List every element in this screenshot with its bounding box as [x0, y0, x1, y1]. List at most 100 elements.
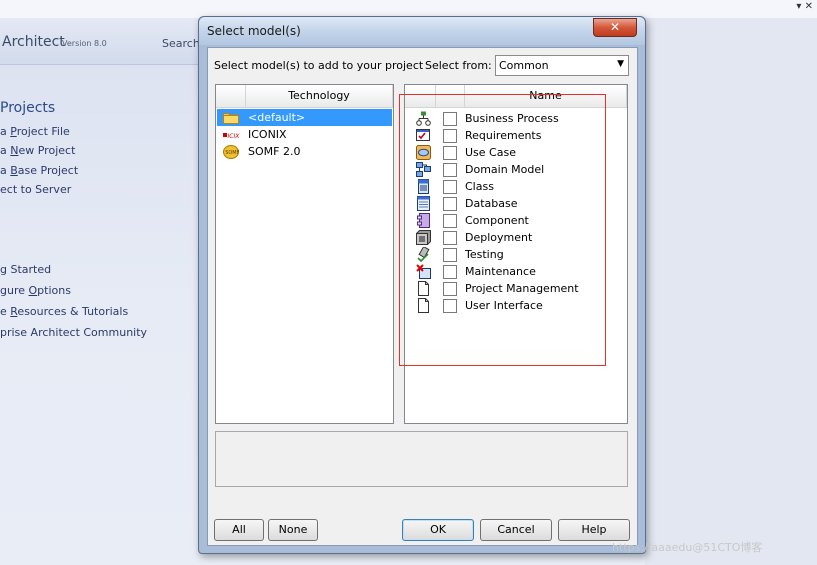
link-text: a — [0, 144, 11, 157]
component-icon — [416, 213, 431, 228]
link-text: esources & Tutorials — [17, 305, 129, 318]
project-management-icon — [416, 281, 431, 296]
select-from-value: Common — [499, 59, 549, 72]
dialog-titlebar[interactable]: Select model(s) ✕ — [199, 17, 645, 45]
start-page-link[interactable]: a New Project — [0, 144, 75, 157]
model-item-label: Requirements — [465, 129, 542, 142]
model-checkbox[interactable] — [443, 129, 457, 143]
model-checkbox-column-header[interactable] — [436, 85, 465, 108]
model-item[interactable]: Testing — [405, 245, 625, 263]
ok-button[interactable]: OK — [402, 519, 474, 541]
start-page-link[interactable]: a Project File — [0, 125, 70, 138]
start-page-link[interactable]: prise Architect Community — [0, 326, 147, 339]
model-icon-column-header[interactable] — [405, 85, 436, 108]
link-text: prise Architect Community — [0, 326, 148, 339]
technology-item[interactable]: SOMF SOMF 2.0 — [217, 143, 392, 160]
model-item[interactable]: Use Case — [405, 144, 625, 161]
model-item[interactable]: Class — [405, 178, 625, 195]
model-checkbox[interactable] — [443, 146, 457, 160]
model-checkbox[interactable] — [443, 265, 457, 279]
link-text: a — [0, 164, 11, 177]
database-icon — [416, 196, 431, 211]
app-version: Version 8.0 — [62, 39, 107, 48]
requirements-icon — [416, 128, 431, 143]
dropdown-arrow-icon: ▼ — [617, 59, 624, 69]
link-text: ptions — [37, 284, 71, 297]
model-checkbox[interactable] — [443, 299, 457, 313]
start-page-link[interactable]: ect to Server — [0, 183, 71, 196]
model-checkbox[interactable] — [443, 163, 457, 177]
model-item-label: Use Case — [465, 146, 516, 159]
model-checkbox[interactable] — [443, 231, 457, 245]
deployment-icon — [416, 230, 431, 245]
link-accelerator: O — [28, 284, 38, 297]
model-item[interactable]: Component — [405, 212, 625, 229]
select-none-button[interactable]: None — [268, 519, 318, 541]
start-page-link[interactable]: a Base Project — [0, 164, 78, 177]
technology-column-header[interactable]: Technology — [246, 85, 393, 108]
technology-item-label: <default> — [248, 111, 306, 124]
model-item-label: Class — [465, 180, 494, 193]
model-list[interactable]: Name Business Process Requirements Use Cas… — [404, 84, 628, 424]
link-text: ase Project — [17, 164, 79, 177]
select-from-label: Select from: — [425, 59, 492, 72]
technology-icon-column-header[interactable] — [216, 85, 246, 108]
model-item[interactable]: Business Process — [405, 110, 625, 127]
name-column-header[interactable]: Name — [465, 85, 627, 108]
app-title: Architect — [2, 34, 65, 50]
model-item[interactable]: Maintenance — [405, 263, 625, 280]
business-process-icon — [416, 111, 431, 126]
model-item[interactable]: User Interface — [405, 297, 625, 314]
model-item-label: User Interface — [465, 299, 543, 312]
help-button[interactable]: Help — [558, 519, 630, 541]
link-text: gure — [0, 284, 29, 297]
watermark-text: https://aaaedu@51CTO博客 — [612, 541, 763, 554]
model-item-label: Component — [465, 214, 529, 227]
technology-item[interactable]: <default> — [217, 109, 392, 126]
model-item-label: Business Process — [465, 112, 559, 125]
select-all-button[interactable]: All — [214, 519, 264, 541]
close-icon: ✕ — [609, 20, 621, 34]
close-button[interactable]: ✕ — [593, 18, 637, 37]
folder-icon — [223, 111, 239, 124]
technology-list[interactable]: Technology <default> ICIX ICONIX SOMF SOMF 2… — [215, 84, 394, 424]
svg-text:SOMF: SOMF — [225, 150, 239, 156]
model-checkbox[interactable] — [443, 248, 457, 262]
model-item-label: Domain Model — [465, 163, 545, 176]
model-item[interactable]: Domain Model — [405, 161, 625, 178]
dialog-body: Select model(s) to add to your project S… — [207, 47, 638, 546]
search-label[interactable]: Search — [162, 37, 200, 50]
model-item[interactable]: Project Management — [405, 280, 625, 297]
iconix-logo-icon: ICIX — [223, 128, 241, 141]
model-checkbox[interactable] — [443, 282, 457, 296]
testing-icon — [416, 245, 431, 263]
description-box — [215, 431, 628, 487]
model-item[interactable]: Database — [405, 195, 625, 212]
projects-heading: Projects — [0, 100, 56, 116]
model-item-label: Database — [465, 197, 518, 210]
domain-model-icon — [416, 162, 431, 177]
model-checkbox[interactable] — [443, 197, 457, 211]
start-page-link[interactable]: e Resources & Tutorials — [0, 305, 128, 318]
link-text: g Started — [0, 263, 52, 276]
select-models-dialog: Select model(s) ✕ Select model(s) to add… — [198, 16, 646, 554]
technology-item[interactable]: ICIX ICONIX — [217, 126, 392, 143]
start-page-link[interactable]: g Started — [0, 263, 51, 276]
link-text: e — [0, 305, 11, 318]
model-item[interactable]: Requirements — [405, 127, 625, 144]
background-right-area — [645, 18, 817, 565]
model-checkbox[interactable] — [443, 214, 457, 228]
toolbar-icons[interactable]: ▾ ✕ — [796, 1, 813, 12]
model-checkbox[interactable] — [443, 180, 457, 194]
model-item[interactable]: Deployment — [405, 229, 625, 246]
start-page-link[interactable]: gure Options — [0, 284, 71, 297]
select-from-dropdown[interactable]: Common ▼ — [495, 55, 629, 76]
model-item-label: Deployment — [465, 231, 533, 244]
cancel-button[interactable]: Cancel — [480, 519, 552, 541]
somf-logo-icon: SOMF — [223, 145, 240, 159]
model-item-label: Maintenance — [465, 265, 536, 278]
class-icon — [416, 179, 431, 194]
svg-text:ICIX: ICIX — [228, 133, 241, 140]
model-item-label: Testing — [465, 248, 504, 261]
model-checkbox[interactable] — [443, 112, 457, 126]
